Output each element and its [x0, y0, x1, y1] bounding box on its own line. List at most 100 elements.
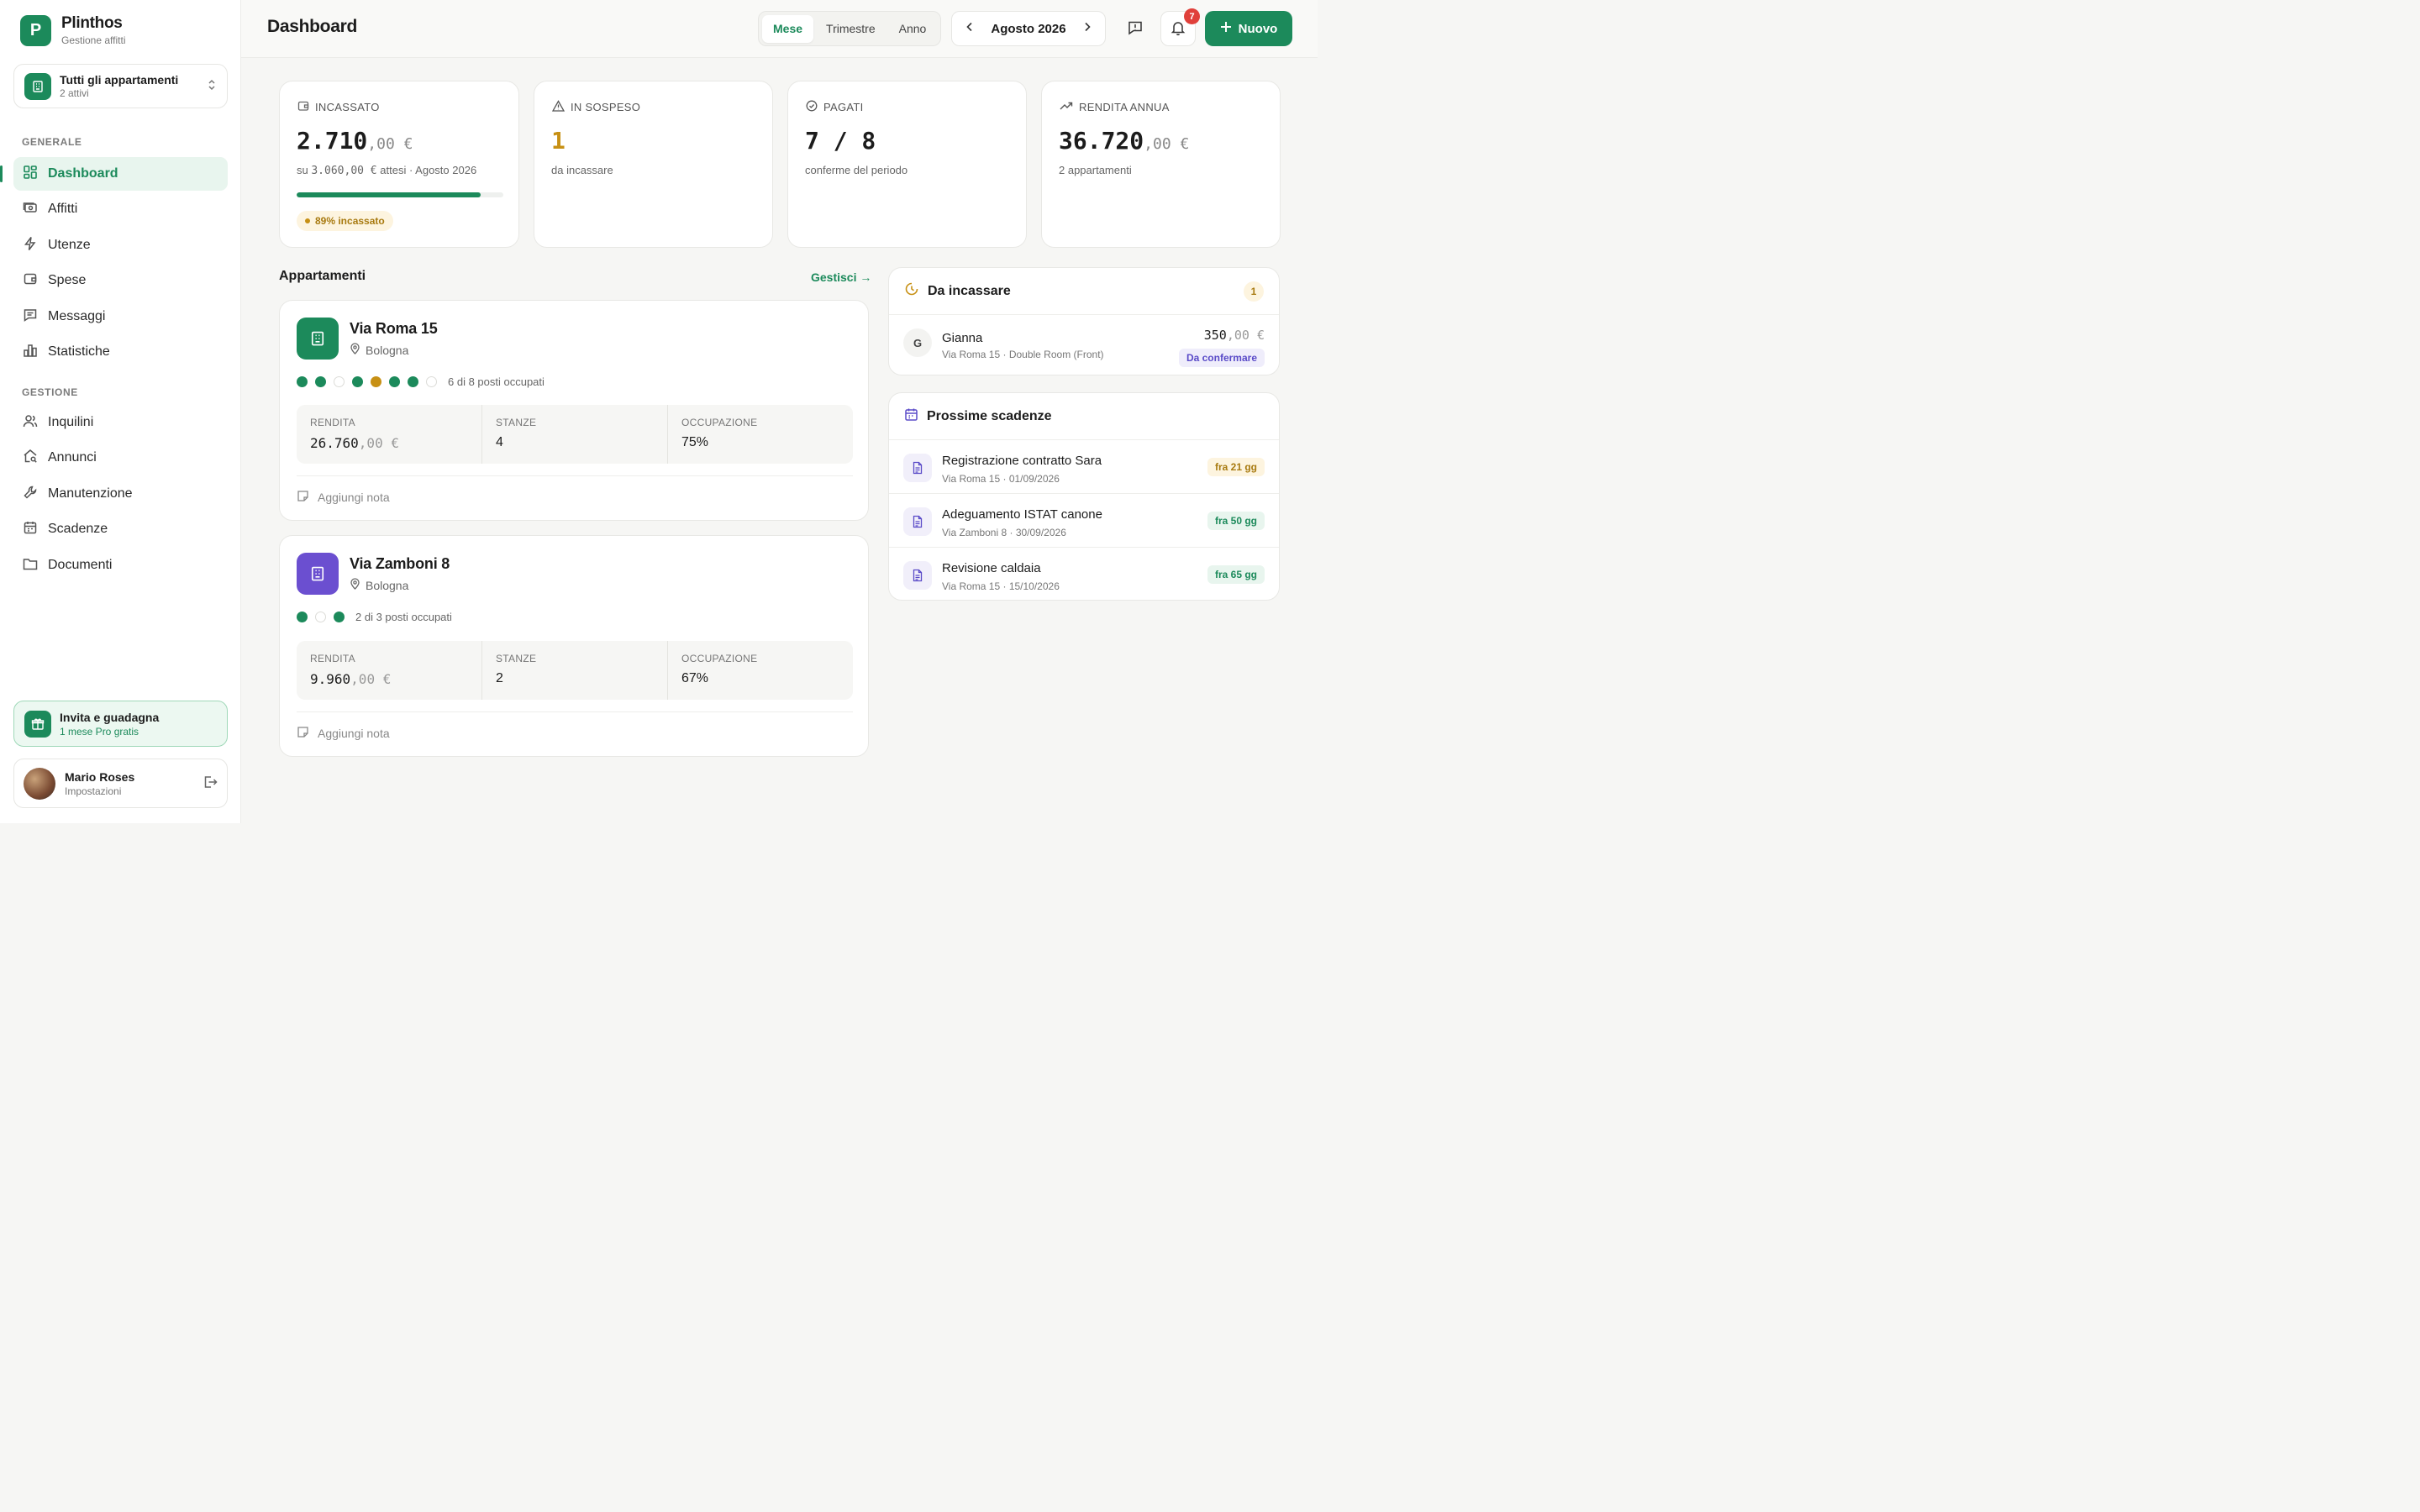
apartment-card-via-zamboni[interactable]: Via Zamboni 8 Bologna 2 di 3 posti occup… [279, 535, 869, 757]
sidebar-item-dashboard[interactable]: Dashboard [0, 157, 228, 191]
occupancy-dot [389, 376, 400, 387]
sidebar-item-label: Scadenze [48, 522, 108, 536]
add-note-button[interactable]: Aggiungi nota [297, 475, 853, 505]
add-note-label: Aggiungi nota [318, 491, 390, 504]
user-settings-link[interactable]: Impostazioni [65, 785, 134, 797]
document-icon [903, 454, 932, 482]
kpi-label: STANZE [496, 653, 537, 664]
sidebar: P Plinthos Gestione affitti Tutti gli ap… [0, 0, 241, 823]
sidebar-item-label: Dashboard [48, 166, 118, 181]
brand-subtitle: Gestione affitti [61, 34, 126, 46]
sidebar-item-label: Spese [48, 273, 87, 287]
progress-fill [297, 192, 481, 197]
notifications-button[interactable]: 7 [1160, 8, 1200, 46]
apartment-card-via-roma[interactable]: Via Roma 15 Bologna 6 di 8 posti occupat… [279, 300, 869, 521]
panel-header: Da incassare 1 [889, 268, 1279, 315]
apartment-selector[interactable]: Tutti gli appartamenti 2 attivi [13, 64, 228, 108]
occupancy-dots [297, 376, 437, 387]
occupancy-dot [334, 376, 345, 387]
sidebar-item-label: Inquilini [48, 415, 94, 429]
occupancy-dots [297, 612, 345, 622]
deadline-title: Revisione caldaia [942, 561, 1041, 575]
city-text: Bologna [366, 578, 409, 592]
gift-icon [24, 710, 51, 738]
brand[interactable]: P Plinthos Gestione affitti [20, 14, 126, 46]
sidebar-item-statistiche[interactable]: Statistiche [13, 335, 228, 369]
chevron-right-icon[interactable] [1081, 21, 1093, 36]
new-button[interactable]: Nuovo [1205, 11, 1292, 46]
bolt-icon [23, 236, 38, 255]
house-search-icon [23, 449, 38, 468]
stat-label-incassato: INCASSATO [297, 100, 380, 114]
clock-icon [904, 281, 919, 301]
city-text: Bologna [366, 343, 409, 357]
kpi-value-main: 9.960 [310, 671, 351, 687]
stat-label-text: INCASSATO [315, 101, 380, 113]
wrench-icon [23, 485, 38, 504]
sidebar-item-label: Manutenzione [48, 486, 133, 501]
kpi-value: 67% [681, 671, 709, 685]
sidebar-item-manutenzione[interactable]: Manutenzione [13, 477, 228, 511]
sidebar-item-documenti[interactable]: Documenti [13, 549, 228, 582]
apartment-city: Bologna [350, 343, 408, 357]
stat-value-sospeso: 1 [551, 127, 566, 155]
stat-label-sospeso: IN SOSPESO [551, 100, 640, 114]
segment-anno[interactable]: Anno [888, 15, 938, 43]
stat-label-rendita: RENDITA ANNUA [1060, 100, 1170, 114]
logout-icon[interactable] [203, 774, 218, 792]
deadline-title: Registrazione contratto Sara [942, 454, 1102, 468]
sidebar-item-label: Documenti [48, 558, 113, 572]
count-badge: 1 [1244, 281, 1264, 302]
stat-card-rendita: RENDITA ANNUA 36.720,00 € 2 appartamenti [1041, 81, 1281, 248]
sidebar-item-label: Affitti [48, 202, 78, 216]
panel-header: Prossime scadenze [889, 393, 1279, 440]
document-icon [903, 507, 932, 536]
occupancy-row: 6 di 8 posti occupati [297, 375, 544, 388]
chevron-left-icon[interactable] [964, 21, 976, 36]
period-segmented-control: Mese Trimestre Anno [758, 11, 941, 46]
sidebar-item-annunci[interactable]: Annunci [13, 441, 228, 475]
sidebar-item-affitti[interactable]: Affitti [13, 192, 228, 226]
occupancy-dot [371, 376, 381, 387]
kpi-value: 9.960,00 € [310, 671, 468, 687]
occupancy-dot [334, 612, 345, 622]
alert-message-icon [1127, 19, 1144, 39]
apartment-kpis: RENDITA 26.760,00 € STANZE 4 OCCUPAZIONE 75… [297, 405, 853, 464]
due-badge: fra 65 gg [1207, 565, 1265, 584]
occupancy-dot [408, 376, 418, 387]
list-item[interactable]: Revisione caldaia Via Roma 15 · 15/10/202… [889, 548, 1279, 600]
sidebar-item-inquilini[interactable]: Inquilini [13, 406, 228, 439]
sidebar-item-messaggi[interactable]: Messaggi [13, 300, 228, 333]
list-item[interactable]: G Gianna Via Roma 15 · Double Room (Fron… [889, 315, 1279, 375]
stat-label-text: RENDITA ANNUA [1079, 101, 1170, 113]
calendar-icon [904, 407, 918, 426]
occupancy-dot [315, 376, 326, 387]
segment-mese[interactable]: Mese [762, 14, 814, 43]
kpi-label: RENDITA [310, 417, 355, 428]
sidebar-item-scadenze[interactable]: Scadenze [13, 512, 228, 546]
main-content: Dashboard Mese Trimestre Anno Agosto 202… [241, 0, 1318, 823]
brand-name: Plinthos [61, 14, 123, 32]
due-badge: fra 50 gg [1207, 512, 1265, 530]
sub-prefix: su [297, 164, 308, 176]
sidebar-item-spese[interactable]: Spese [13, 264, 228, 297]
invite-card[interactable]: Invita e guadagna 1 mese Pro gratis [13, 701, 228, 747]
segment-trimestre[interactable]: Trimestre [815, 15, 886, 43]
add-note-button[interactable]: Aggiungi nota [297, 711, 853, 741]
user-card[interactable]: Mario Roses Impostazioni [13, 759, 228, 808]
manage-apartments-link[interactable]: Gestisci → [811, 270, 871, 284]
list-item[interactable]: Adeguamento ISTAT canone Via Zamboni 8 · … [889, 494, 1279, 548]
occupancy-dot [297, 376, 308, 387]
apartment-name: Via Zamboni 8 [350, 555, 450, 572]
stat-sub-incassato: su 3.060,00 € attesi · Agosto 2026 [297, 164, 476, 177]
kpi-value-decimals: ,00 € [358, 435, 399, 451]
stat-value-rendita: 36.720,00 € [1059, 127, 1189, 155]
list-item[interactable]: Registrazione contratto Sara Via Roma 15 … [889, 440, 1279, 494]
sidebar-item-utenze[interactable]: Utenze [13, 228, 228, 262]
feedback-button[interactable] [1118, 11, 1153, 46]
map-pin-icon [350, 343, 360, 357]
plus-icon [1220, 21, 1232, 36]
check-circle-icon [806, 100, 818, 114]
scadenze-panel: Prossime scadenze Registrazione contratt… [888, 392, 1280, 601]
add-note-label: Aggiungi nota [318, 727, 390, 740]
